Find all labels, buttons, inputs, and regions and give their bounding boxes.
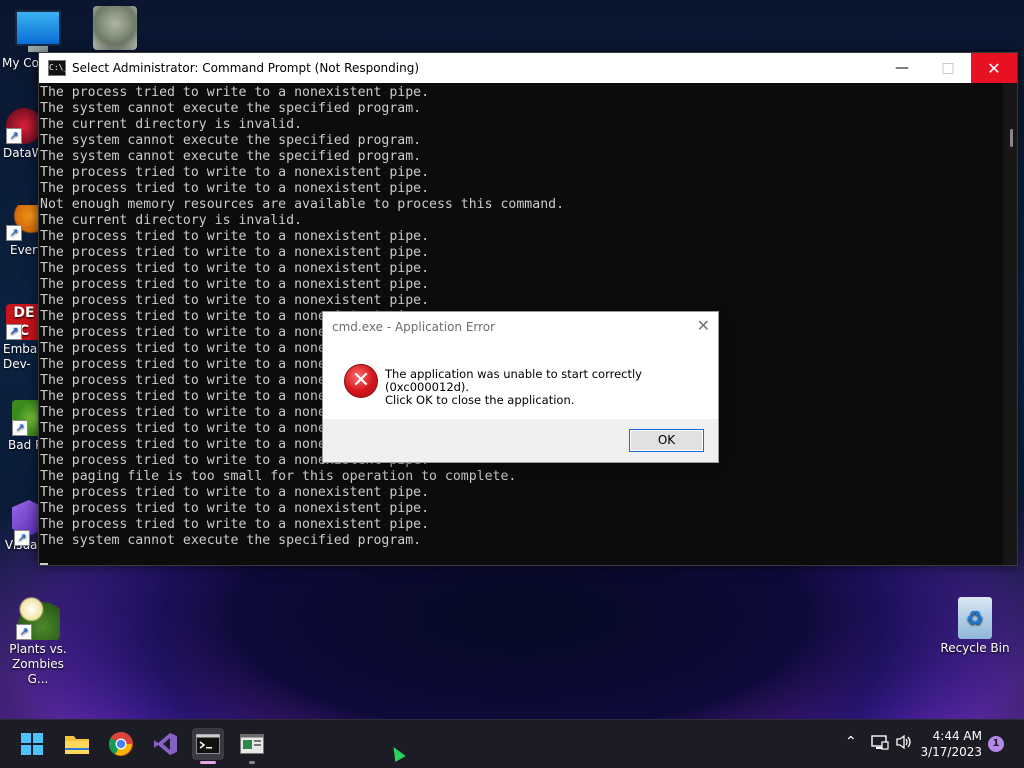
console-line: The process tried to write to a nonexist…: [40, 85, 430, 100]
network-icon: [871, 735, 889, 750]
console-line: The process tried to write to a nonexist…: [40, 245, 430, 260]
desktop-icon-label: Recycle Bin: [940, 641, 1010, 655]
close-icon: ✕: [987, 58, 1001, 78]
active-window-indicator: [200, 761, 216, 764]
flower-icon: ↗: [16, 596, 60, 640]
minimize-icon: —: [895, 60, 909, 76]
zombie-icon: [93, 6, 137, 50]
start-button[interactable]: [16, 728, 48, 760]
console-line: The system cannot execute the specified …: [40, 133, 422, 148]
console-line: The process tried to write to a nonexist…: [40, 229, 430, 244]
monitor-icon: [15, 10, 61, 46]
windows-logo-icon: [21, 733, 43, 755]
scrollbar-thumb[interactable]: [1010, 129, 1013, 147]
console-line: The system cannot execute the specified …: [40, 533, 422, 548]
minimize-button[interactable]: —: [879, 53, 925, 83]
shortcut-arrow-icon: ↗: [6, 128, 22, 144]
dialog-close-button[interactable]: ✕: [697, 316, 710, 335]
visual-studio-icon: [154, 733, 177, 755]
search-magnifier-icon: ↗: [6, 205, 42, 241]
file-explorer-button[interactable]: [61, 728, 93, 760]
recycle-bin-icon: ♻: [958, 597, 992, 639]
console-line: The process tried to write to a nonexist…: [40, 277, 430, 292]
shortcut-arrow-icon: ↗: [14, 530, 30, 546]
dialog-footer: OK: [323, 419, 718, 462]
desktop-icon-plants-vs-zombies[interactable]: ↗ Plants vs. Zombies G...: [0, 596, 76, 687]
clock-time: 4:44 AM: [932, 729, 982, 743]
chrome-button[interactable]: [105, 728, 137, 760]
dialog-message-line: The application was unable to start corr…: [385, 367, 642, 394]
terminal-icon: C:\_: [48, 60, 68, 76]
console-line: The system cannot execute the specified …: [40, 149, 422, 164]
dialog-message-line: Click OK to close the application.: [385, 393, 575, 407]
desktop-icon-recycle-bin[interactable]: ♻ Recycle Bin: [937, 597, 1013, 656]
volume-button[interactable]: [895, 734, 913, 754]
console-line: The paging file is too small for this op…: [40, 469, 517, 484]
console-line: The system cannot execute the specified …: [40, 101, 422, 116]
shortcut-arrow-icon: ↗: [16, 624, 32, 640]
shortcut-arrow-icon: ↗: [12, 420, 28, 436]
app-window-icon: [240, 734, 264, 754]
chrome-icon: [108, 732, 133, 756]
console-line: The current directory is invalid.: [40, 213, 303, 228]
console-line: The process tried to write to a nonexist…: [40, 517, 430, 532]
console-line: The process tried to write to a nonexist…: [40, 181, 430, 196]
dialog-title: cmd.exe - Application Error: [332, 320, 496, 334]
clock-date: 3/17/2023: [920, 745, 982, 759]
network-button[interactable]: [871, 734, 889, 754]
chevron-up-icon: ⌃: [845, 734, 857, 750]
notification-badge[interactable]: 1: [988, 736, 1004, 752]
console-line: The process tried to write to a nonexist…: [40, 261, 430, 276]
shortcut-arrow-icon: ↗: [6, 324, 22, 340]
visual-studio-button[interactable]: [149, 728, 181, 760]
close-button[interactable]: ✕: [971, 53, 1017, 83]
console-cursor: [40, 549, 1003, 565]
shortcut-arrow-icon: ↗: [6, 225, 22, 241]
atom-icon: ↗: [6, 108, 42, 144]
desktop-icon-label: Embar Dev-: [3, 342, 43, 371]
console-line: The process tried to write to a nonexist…: [40, 501, 430, 516]
console-line: The process tried to write to a nonexist…: [40, 485, 430, 500]
window-title: Select Administrator: Command Prompt (No…: [72, 61, 420, 75]
maximize-icon: □: [941, 60, 955, 76]
folder-icon: [65, 736, 89, 754]
running-app-indicator: [249, 761, 255, 764]
ok-button[interactable]: OK: [629, 429, 704, 452]
desktop-icon-zombie-game[interactable]: [77, 6, 153, 52]
taskbar-clock[interactable]: 4:44 AM 3/17/2023: [920, 728, 982, 760]
console-line: The process tried to write to a nonexist…: [40, 293, 430, 308]
show-hidden-icons-button[interactable]: ⌃: [845, 734, 857, 750]
command-prompt-taskbar-button[interactable]: [192, 728, 224, 764]
maximize-button[interactable]: □: [925, 53, 971, 83]
notepad-button[interactable]: [236, 728, 268, 764]
console-line: The current directory is invalid.: [40, 117, 303, 132]
window-titlebar[interactable]: C:\_ Select Administrator: Command Promp…: [39, 53, 1017, 83]
console-line: Not enough memory resources are availabl…: [40, 197, 565, 212]
vertical-scrollbar[interactable]: [1003, 83, 1017, 565]
taskbar: ⌃ 4:44 AM 3/17/2023 1: [0, 719, 1024, 768]
speaker-icon: [896, 734, 911, 750]
terminal-icon: [196, 734, 220, 754]
console-line: The process tried to write to a nonexist…: [40, 165, 430, 180]
desktop-icon-label: Plants vs. Zombies G...: [9, 642, 67, 686]
command-prompt-window[interactable]: C:\_ Select Administrator: Command Promp…: [38, 52, 1018, 566]
dev-cpp-icon: DE C ↗: [6, 304, 42, 340]
application-error-dialog[interactable]: cmd.exe - Application Error ✕ ✕ The appl…: [322, 311, 719, 463]
close-icon: ✕: [696, 316, 710, 335]
error-icon: ✕: [344, 364, 378, 398]
dialog-message: The application was unable to start corr…: [385, 368, 718, 407]
